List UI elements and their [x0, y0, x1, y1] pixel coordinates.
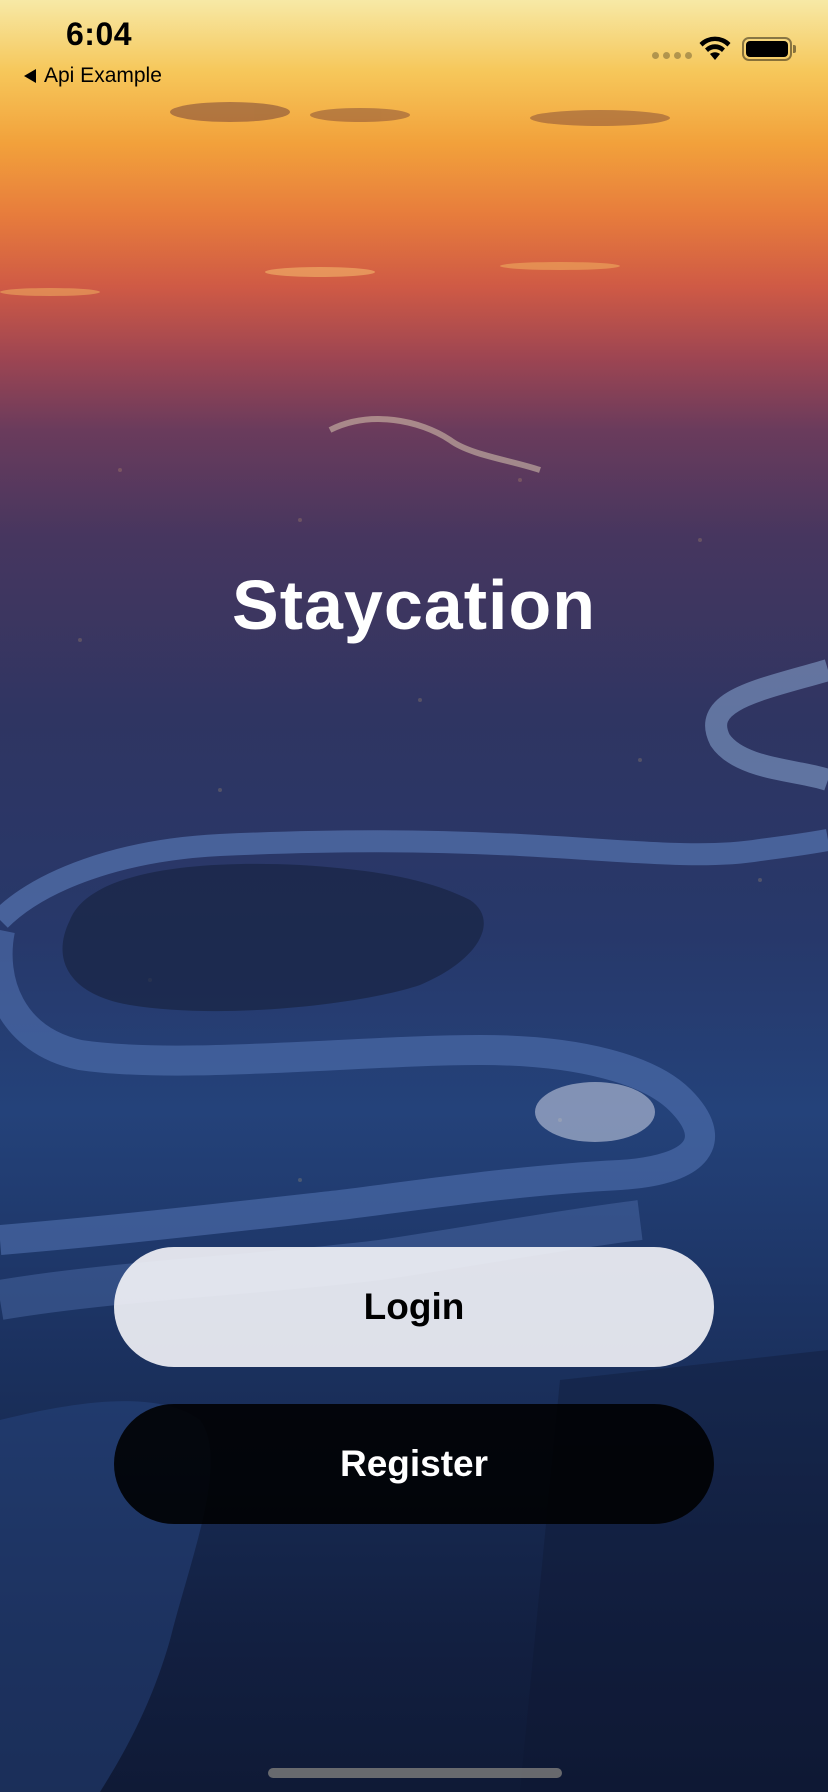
back-to-app-link[interactable]: Api Example	[24, 64, 162, 88]
status-time: 6:04	[66, 16, 133, 52]
register-button[interactable]: Register	[114, 1404, 714, 1524]
back-arrow-icon	[24, 69, 36, 83]
wifi-icon	[699, 36, 731, 60]
home-indicator[interactable]	[268, 1768, 562, 1778]
welcome-screen: 6:04 Api Example Staycation Login Regist…	[0, 0, 828, 1792]
battery-icon	[742, 37, 796, 61]
app-title: Staycation	[232, 566, 596, 644]
cellular-signal-icon	[652, 52, 692, 59]
login-button[interactable]: Login	[114, 1247, 714, 1367]
back-app-label: Api Example	[44, 64, 162, 87]
